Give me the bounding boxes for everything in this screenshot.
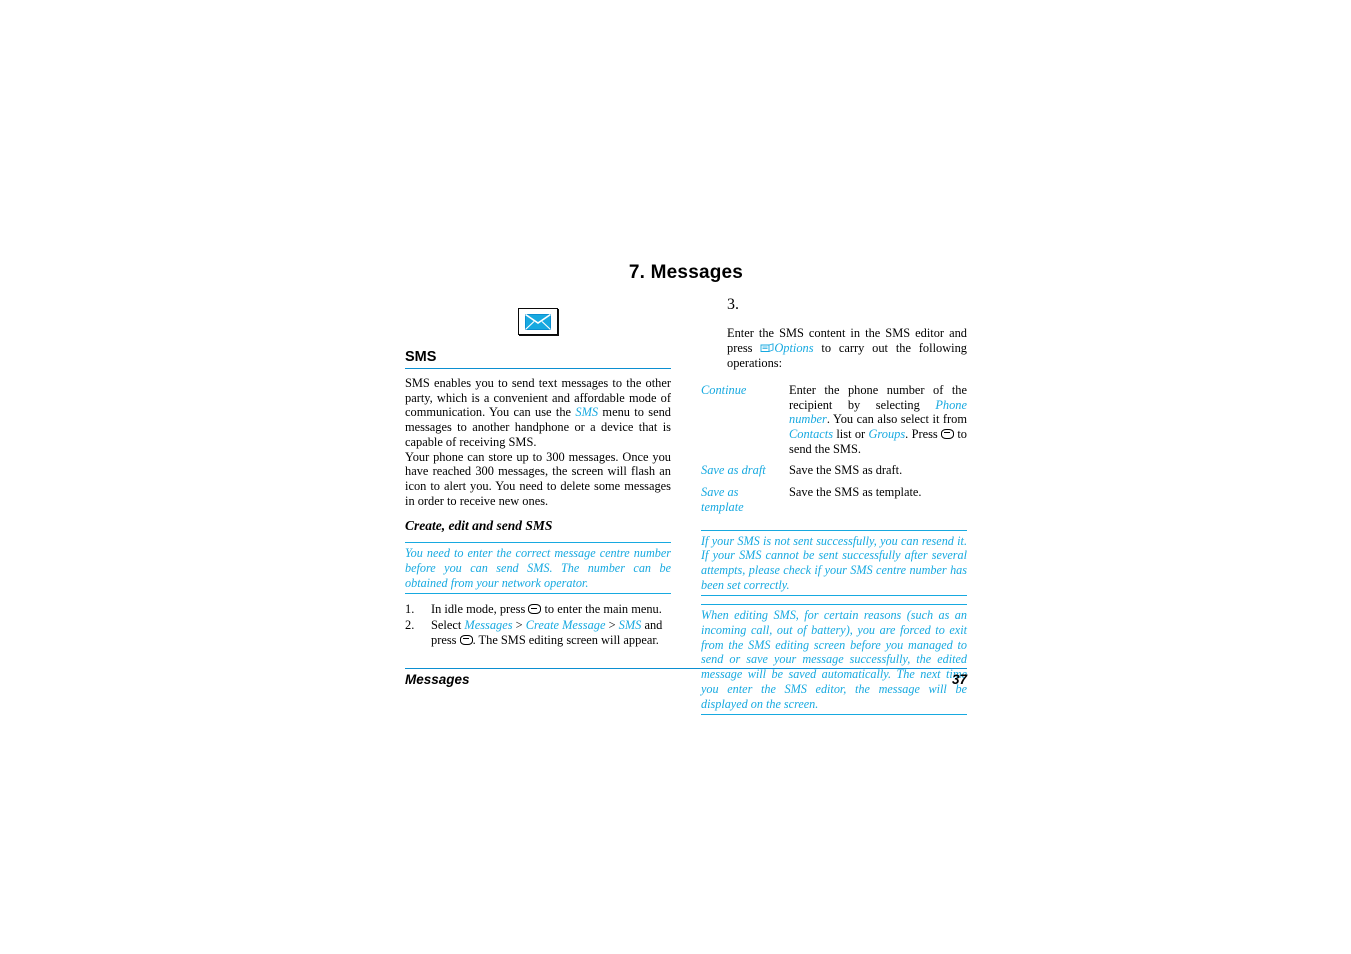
step-number: 1. xyxy=(405,602,415,617)
document-page: 7. Messages SMS SMS enables you to send … xyxy=(405,262,967,716)
options-softkey-icon xyxy=(760,342,774,353)
desc-text: . You can also select it from xyxy=(826,412,967,427)
footer-divider xyxy=(405,668,967,669)
option-desc-save-as-template: Save the SMS as template. xyxy=(789,485,922,500)
list-item: 2. Select Messages > Create Message > SMS… xyxy=(405,618,671,647)
step-text: > xyxy=(512,618,526,633)
inline-link-sms[interactable]: SMS xyxy=(575,405,598,419)
table-row: Continue Enter the phone number of the r… xyxy=(701,383,967,464)
option-desc-save-as-draft: Save the SMS as draft. xyxy=(789,463,903,478)
step-3: 3. Enter the SMS content in the SMS edit… xyxy=(701,296,967,371)
table-row: Save as template Save the SMS as templat… xyxy=(701,485,967,521)
step-number: 3. xyxy=(727,296,739,313)
step-text: In idle mode, press xyxy=(431,602,529,617)
inline-link-contacts[interactable]: Contacts xyxy=(789,427,833,441)
option-label-continue: Continue xyxy=(701,382,747,397)
inline-link-groups[interactable]: Groups xyxy=(868,427,905,441)
step-text: Select xyxy=(431,618,465,633)
option-label-save-as-draft: Save as draft xyxy=(701,463,766,478)
paragraph-sms-storage: Your phone can store up to 300 messages.… xyxy=(405,449,671,508)
right-column: 3. Enter the SMS content in the SMS edit… xyxy=(701,296,967,723)
paragraph-sms-intro: SMS enables you to send text messages to… xyxy=(405,376,671,450)
list-item: 1. In idle mode, press to enter the main … xyxy=(405,602,671,617)
note-sms-resend: If your SMS is not sent successfully, yo… xyxy=(701,529,967,597)
page-title: 7. Messages xyxy=(628,262,744,283)
inline-link-options[interactable]: Options xyxy=(774,341,813,355)
ok-key-icon xyxy=(528,604,542,615)
ok-key-icon xyxy=(459,634,473,645)
options-table: Continue Enter the phone number of the r… xyxy=(701,383,967,522)
inline-link-create-message[interactable]: Create Message xyxy=(526,618,606,632)
page-footer: Messages 37 xyxy=(405,668,967,687)
envelope-icon xyxy=(518,308,558,335)
desc-text: . Press xyxy=(905,427,942,441)
left-column: SMS SMS enables you to send text message… xyxy=(405,296,671,723)
section-heading-sms: SMS xyxy=(405,349,437,365)
subsection-heading-create-edit-send: Create, edit and send SMS xyxy=(405,518,553,534)
step-text: > xyxy=(605,618,619,633)
steps-list: 1. In idle mode, press to enter the main … xyxy=(405,602,671,647)
footer-page-number: 37 xyxy=(951,672,967,687)
section-divider xyxy=(405,368,671,369)
note-message-centre: You need to enter the correct message ce… xyxy=(405,542,671,595)
inline-link-messages[interactable]: Messages xyxy=(464,618,512,632)
footer-title: Messages xyxy=(405,672,470,687)
inline-link-sms[interactable]: SMS xyxy=(619,618,642,632)
table-row: Save as draft Save the SMS as draft. xyxy=(701,463,967,485)
step-text-block: Enter the SMS content in the SMS editor … xyxy=(727,326,967,370)
option-desc-continue: Enter the phone number of the recipient … xyxy=(789,383,967,464)
step-text: . The SMS editing screen will appear. xyxy=(472,632,659,647)
note-sms-autosave: When editing SMS, for certain reasons (s… xyxy=(701,604,967,716)
option-label-save-as-template: Save as template xyxy=(701,485,744,514)
step-number: 2. xyxy=(405,618,415,633)
page-columns: SMS SMS enables you to send text message… xyxy=(405,296,967,723)
ok-key-icon xyxy=(941,429,955,439)
desc-text: list or xyxy=(833,427,869,441)
step-text: to enter the main menu. xyxy=(541,602,662,617)
